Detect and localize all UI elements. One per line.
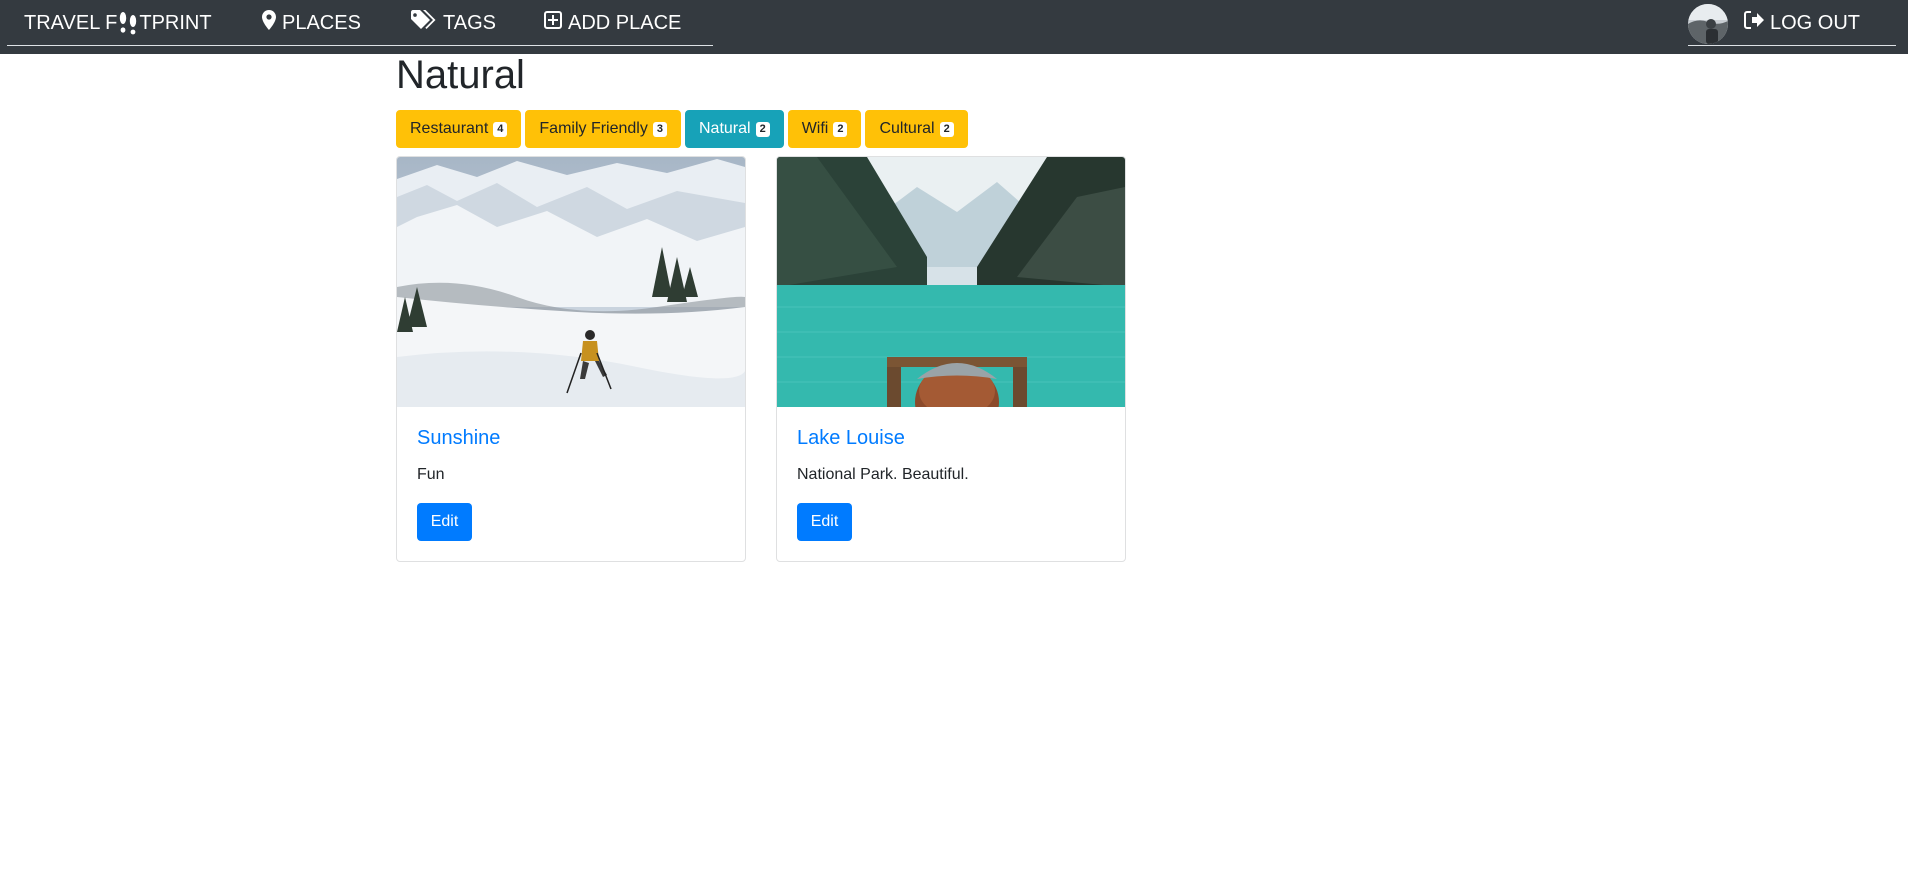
tag-button-cultural[interactable]: Cultural 2	[865, 110, 968, 148]
navbar: TRAVEL F TPRINT PLACES TAGS ADD PLACE LO…	[0, 0, 1908, 54]
place-image-sunshine	[397, 157, 745, 407]
place-description: Fun	[417, 466, 445, 483]
tag-button-family-friendly[interactable]: Family Friendly 3	[525, 110, 681, 148]
tag-label: Cultural	[879, 120, 935, 137]
place-card-lake-louise: Lake Louise National Park. Beautiful. Ed…	[776, 156, 1126, 562]
tag-label: Natural	[698, 120, 751, 137]
place-title-link[interactable]: Sunshine	[417, 426, 500, 450]
brand-prefix: TRAVEL F	[24, 12, 118, 34]
map-marker-icon	[262, 10, 276, 36]
place-title-link[interactable]: Lake Louise	[797, 426, 905, 450]
edit-button[interactable]: Edit	[417, 503, 472, 541]
logout-label: LOG OUT	[1770, 12, 1861, 34]
tag-count-badge: 3	[652, 121, 667, 137]
place-card-sunshine: Sunshine Fun Edit	[396, 156, 746, 562]
user-avatar[interactable]	[1688, 4, 1728, 44]
footprints-icon	[117, 11, 139, 35]
tag-button-restaurant[interactable]: Restaurant 4	[396, 110, 522, 148]
edit-button[interactable]: Edit	[797, 503, 852, 541]
tag-count-badge: 2	[833, 121, 848, 137]
tag-count-badge: 2	[939, 121, 954, 137]
sign-out-icon	[1744, 11, 1764, 35]
tags-icon	[411, 10, 437, 36]
nav-left-group: TRAVEL F TPRINT PLACES TAGS ADD PLACE	[7, 0, 713, 46]
nav-places-label: PLACES	[282, 12, 361, 34]
tag-button-wifi[interactable]: Wifi 2	[787, 110, 862, 148]
page-title: Natural	[396, 53, 525, 97]
nav-right-group: LOG OUT	[1688, 0, 1896, 46]
tag-filter-bar: Restaurant 4 Family Friendly 3 Natural 2…	[396, 110, 968, 148]
nav-add-place-link[interactable]: ADD PLACE	[544, 11, 681, 35]
place-image-lake-louise	[777, 157, 1125, 440]
brand-link[interactable]: TRAVEL F TPRINT	[24, 11, 212, 35]
logout-link[interactable]: LOG OUT	[1744, 11, 1860, 35]
nav-places-link[interactable]: PLACES	[262, 10, 361, 36]
nav-add-place-label: ADD PLACE	[568, 12, 682, 34]
tag-label: Wifi	[801, 120, 829, 137]
nav-tags-link[interactable]: TAGS	[411, 10, 496, 36]
tag-count-badge: 4	[493, 121, 508, 137]
tag-count-badge: 2	[755, 121, 770, 137]
tag-label: Family Friendly	[539, 120, 648, 137]
plus-square-icon	[544, 11, 562, 35]
tag-label: Restaurant	[410, 120, 489, 137]
tag-button-natural[interactable]: Natural 2	[684, 110, 784, 148]
brand-suffix: TPRINT	[139, 12, 212, 34]
nav-tags-label: TAGS	[443, 12, 496, 34]
place-description: National Park. Beautiful.	[797, 466, 969, 483]
